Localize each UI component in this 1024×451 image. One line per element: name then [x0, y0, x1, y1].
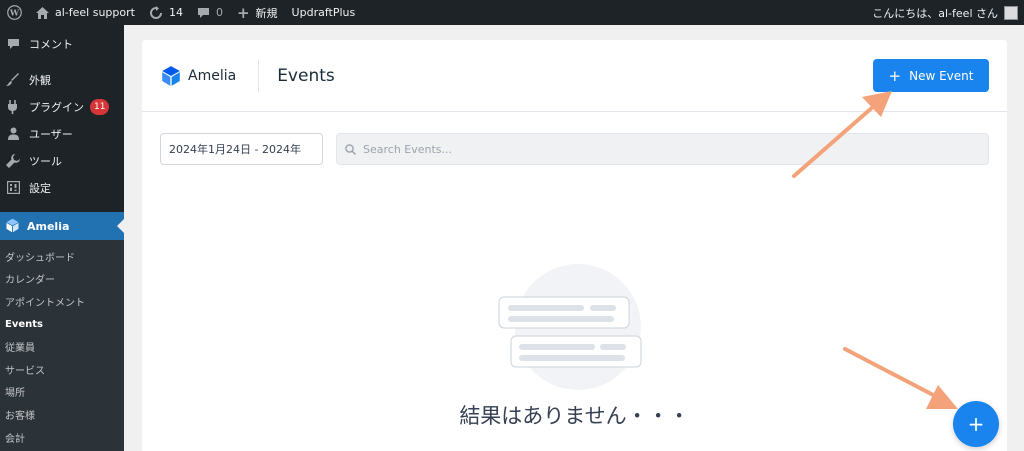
submenu-employees[interactable]: 従業員	[0, 335, 124, 358]
empty-state-illustration	[498, 264, 642, 390]
sidebar-item-amelia[interactable]: Amelia	[0, 212, 124, 240]
search-input[interactable]: Search Events...	[336, 133, 989, 165]
plugin-update-badge: 11	[90, 98, 110, 115]
add-event-fab[interactable]: +	[953, 401, 999, 447]
updraftplus-label: UpdraftPlus	[291, 6, 356, 19]
svg-text:W: W	[9, 8, 20, 18]
sidebar-item-label: 外観	[29, 73, 51, 87]
plus-icon: +	[236, 3, 250, 22]
sidebar-item-label: Amelia	[27, 219, 70, 233]
submenu-locations[interactable]: 場所	[0, 381, 124, 404]
refresh-icon	[149, 5, 163, 20]
comments-link[interactable]: 0	[190, 0, 230, 25]
site-name: al-feel support	[55, 6, 135, 19]
plus-icon: +	[888, 66, 902, 85]
search-placeholder: Search Events...	[363, 142, 453, 156]
page-header: Amelia Events + New Event	[142, 40, 1007, 112]
search-icon	[345, 143, 356, 155]
updates-link[interactable]: 14	[142, 0, 190, 25]
plus-icon: +	[967, 412, 985, 436]
avatar	[1004, 5, 1018, 20]
sidebar-item-plugins[interactable]: プラグイン 11	[0, 93, 124, 120]
settings-icon	[5, 180, 21, 196]
empty-state-message: 結果はありません・・・	[459, 404, 690, 428]
date-range-picker[interactable]: 2024年1月24日 - 2024年	[160, 133, 323, 165]
comment-icon	[5, 36, 21, 52]
sidebar-item-label: プラグイン	[29, 100, 84, 114]
header-divider	[258, 59, 260, 92]
sidebar-item-label: 設定	[29, 181, 51, 195]
amelia-icon	[5, 218, 21, 234]
events-panel: Amelia Events + New Event 2024年1月24日 - 2…	[142, 40, 1007, 451]
plugin-icon	[5, 99, 21, 115]
updates-count: 14	[168, 6, 183, 19]
sidebar-item-comments[interactable]: コメント	[0, 30, 124, 57]
submenu-customers[interactable]: お客様	[0, 403, 124, 426]
submenu-appointments[interactable]: アポイントメント	[0, 290, 124, 313]
submenu-dashboard[interactable]: ダッシュボード	[0, 245, 124, 268]
page-title: Events	[277, 65, 335, 86]
site-name-link[interactable]: al-feel support	[29, 0, 142, 25]
admin-sidebar: コメント 外観 プラグイン 11 ユーザー ツール 設定 Amelia ダッシュ…	[0, 25, 124, 451]
account-menu[interactable]: こんにちは、al-feel さん	[865, 0, 1018, 25]
new-label: 新規	[255, 6, 278, 20]
sidebar-item-settings[interactable]: 設定	[0, 174, 124, 201]
submenu-services[interactable]: サービス	[0, 358, 124, 381]
submenu-finance[interactable]: 会計	[0, 426, 124, 449]
brush-icon	[5, 72, 21, 88]
submenu-calendar[interactable]: カレンダー	[0, 268, 124, 291]
user-icon	[5, 126, 21, 142]
amelia-logo-icon	[162, 65, 180, 86]
sidebar-item-appearance[interactable]: 外観	[0, 66, 124, 93]
logo-text: Amelia	[188, 67, 237, 84]
amelia-submenu: ダッシュボード カレンダー アポイントメント Events 従業員 サービス 場…	[0, 240, 124, 451]
submenu-events[interactable]: Events	[0, 313, 124, 336]
greeting: こんにちは、al-feel さん	[872, 6, 998, 20]
comment-icon	[197, 7, 210, 19]
sidebar-item-tools[interactable]: ツール	[0, 147, 124, 174]
wordpress-logo-icon[interactable]: W	[0, 0, 29, 25]
new-content-link[interactable]: + 新規	[230, 0, 285, 25]
sidebar-item-users[interactable]: ユーザー	[0, 120, 124, 147]
amelia-logo: Amelia	[160, 65, 236, 87]
sidebar-item-label: コメント	[29, 37, 73, 51]
new-event-button[interactable]: + New Event	[873, 59, 989, 92]
sidebar-item-label: ツール	[29, 154, 62, 168]
admin-bar: W al-feel support 14 0 + 新規 UpdraftPlus …	[0, 0, 1024, 25]
home-icon	[36, 6, 49, 19]
comments-count: 0	[215, 6, 223, 19]
new-event-label: New Event	[909, 68, 974, 83]
sidebar-item-label: ユーザー	[29, 127, 73, 141]
updraftplus-link[interactable]: UpdraftPlus	[285, 0, 363, 25]
wrench-icon	[5, 153, 21, 169]
